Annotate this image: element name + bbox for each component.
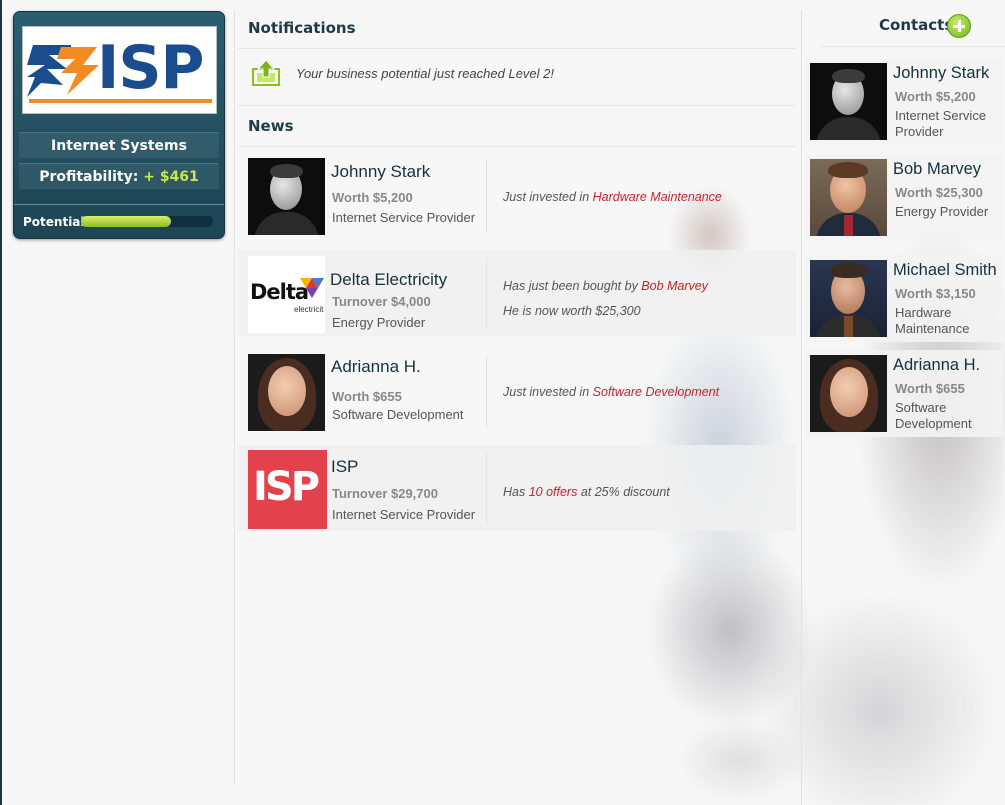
contact-name[interactable]: Bob Marvey bbox=[893, 160, 981, 179]
news-title: News bbox=[248, 117, 294, 135]
potential-label: Potential bbox=[23, 215, 85, 229]
contact-card[interactable]: Bob Marvey Worth $25,300 Energy Provider bbox=[805, 154, 1003, 241]
news-name[interactable]: Adrianna H. bbox=[331, 357, 421, 377]
news-text: Has 10 offers at 25% discount bbox=[503, 485, 670, 499]
column-divider-right bbox=[801, 10, 802, 805]
news-stat: Turnover $29,700 bbox=[332, 486, 438, 501]
notification-text: Your business potential just reached Lev… bbox=[296, 66, 555, 81]
contact-role: Hardware Maintenance bbox=[895, 305, 970, 336]
news-link[interactable]: Software Development bbox=[593, 385, 719, 399]
contact-card[interactable]: Michael Smith Worth $3,150 Hardware Main… bbox=[805, 255, 1003, 342]
contact-name[interactable]: Adrianna H. bbox=[893, 356, 980, 375]
contact-worth: Worth $655 bbox=[895, 381, 965, 396]
news-item[interactable]: Delta electricit Delta Electricity Turno… bbox=[238, 250, 796, 336]
bob-marvey-photo[interactable] bbox=[810, 159, 887, 236]
contact-worth: Worth $25,300 bbox=[895, 185, 983, 200]
isp-logo[interactable]: ISP bbox=[248, 450, 327, 529]
logo-underline bbox=[29, 99, 212, 103]
adrianna-h-photo[interactable] bbox=[810, 355, 887, 432]
contact-card[interactable]: Johnny Stark Worth $5,200 Internet Servi… bbox=[805, 58, 1003, 145]
news-name[interactable]: Delta Electricity bbox=[330, 270, 447, 290]
divider bbox=[486, 356, 487, 428]
profitability-row: Profitability: + $461 bbox=[19, 163, 219, 189]
profitability-value: + $461 bbox=[143, 169, 199, 185]
contact-role: Software Development bbox=[895, 400, 972, 431]
news-link[interactable]: Hardware Maintenance bbox=[593, 190, 722, 204]
divider bbox=[820, 46, 1005, 47]
news-text: He is now worth $25,300 bbox=[503, 304, 641, 318]
divider bbox=[486, 453, 487, 525]
news-link[interactable]: 10 offers bbox=[529, 485, 578, 499]
contact-worth: Worth $5,200 bbox=[895, 89, 976, 104]
news-name[interactable]: Johnny Stark bbox=[331, 162, 430, 182]
potential-bar bbox=[81, 216, 213, 227]
potential-bar-fill bbox=[81, 216, 171, 227]
company-panel: ISP Internet Systems Profitability: + $4… bbox=[13, 11, 225, 239]
news-role: Internet Service Provider bbox=[332, 507, 476, 522]
news-stat: Turnover $4,000 bbox=[332, 294, 431, 309]
divider bbox=[486, 258, 487, 330]
news-role: Software Development bbox=[332, 407, 464, 422]
logo-text: ISP bbox=[253, 464, 320, 510]
news-text: Just invested in Hardware Maintenance bbox=[503, 190, 722, 204]
contact-role: Energy Provider bbox=[895, 204, 989, 219]
news-text: Just invested in Software Development bbox=[503, 385, 720, 399]
logo-subtext: electricit bbox=[294, 305, 324, 314]
delta-electricity-logo[interactable]: Delta electricit bbox=[248, 256, 325, 333]
profitability-label: Profitability: bbox=[39, 169, 139, 185]
divider bbox=[238, 48, 796, 49]
divider bbox=[486, 160, 487, 232]
contact-worth: Worth $3,150 bbox=[895, 286, 976, 301]
contact-card[interactable]: Adrianna H. Worth $655 Software Developm… bbox=[805, 350, 1003, 437]
news-name[interactable]: ISP bbox=[331, 457, 358, 477]
adrianna-h-photo[interactable] bbox=[248, 354, 325, 431]
contact-name[interactable]: Johnny Stark bbox=[893, 64, 989, 83]
notifications-title: Notifications bbox=[248, 19, 356, 37]
notification-item[interactable]: Your business potential just reached Lev… bbox=[238, 52, 796, 104]
window-edge bbox=[0, 0, 2, 805]
news-item[interactable]: Johnny Stark Worth $5,200 Internet Servi… bbox=[238, 152, 796, 238]
contact-role: Internet Service Provider bbox=[895, 108, 987, 139]
news-item[interactable]: Adrianna H. Worth $655 Software Developm… bbox=[238, 348, 796, 434]
company-logo[interactable]: ISP bbox=[22, 26, 217, 114]
divider bbox=[238, 146, 796, 147]
news-text: Has just been bought by Bob Marvey bbox=[503, 279, 708, 293]
upload-icon bbox=[252, 59, 280, 86]
delta-triangle-icon bbox=[300, 278, 324, 298]
news-stat: Worth $5,200 bbox=[332, 190, 413, 205]
news-role: Energy Provider bbox=[332, 315, 426, 330]
panel-divider bbox=[14, 204, 224, 205]
logo-text: ISP bbox=[97, 33, 205, 103]
news-item[interactable]: ISP ISP Turnover $29,700 Internet Servic… bbox=[238, 445, 796, 531]
michael-smith-photo[interactable] bbox=[810, 260, 887, 337]
column-divider-left bbox=[234, 10, 235, 785]
contacts-title: Contacts bbox=[879, 16, 954, 34]
lightning-bolt-icon bbox=[27, 45, 99, 97]
johnny-stark-photo[interactable] bbox=[810, 63, 887, 140]
johnny-stark-photo[interactable] bbox=[248, 158, 325, 235]
company-name: Internet Systems bbox=[19, 132, 219, 158]
add-contact-button[interactable] bbox=[947, 14, 971, 38]
news-role: Internet Service Provider bbox=[332, 210, 476, 225]
contact-name[interactable]: Michael Smith bbox=[893, 261, 997, 280]
news-stat: Worth $655 bbox=[332, 389, 402, 404]
news-link[interactable]: Bob Marvey bbox=[641, 279, 708, 293]
divider bbox=[238, 105, 796, 106]
